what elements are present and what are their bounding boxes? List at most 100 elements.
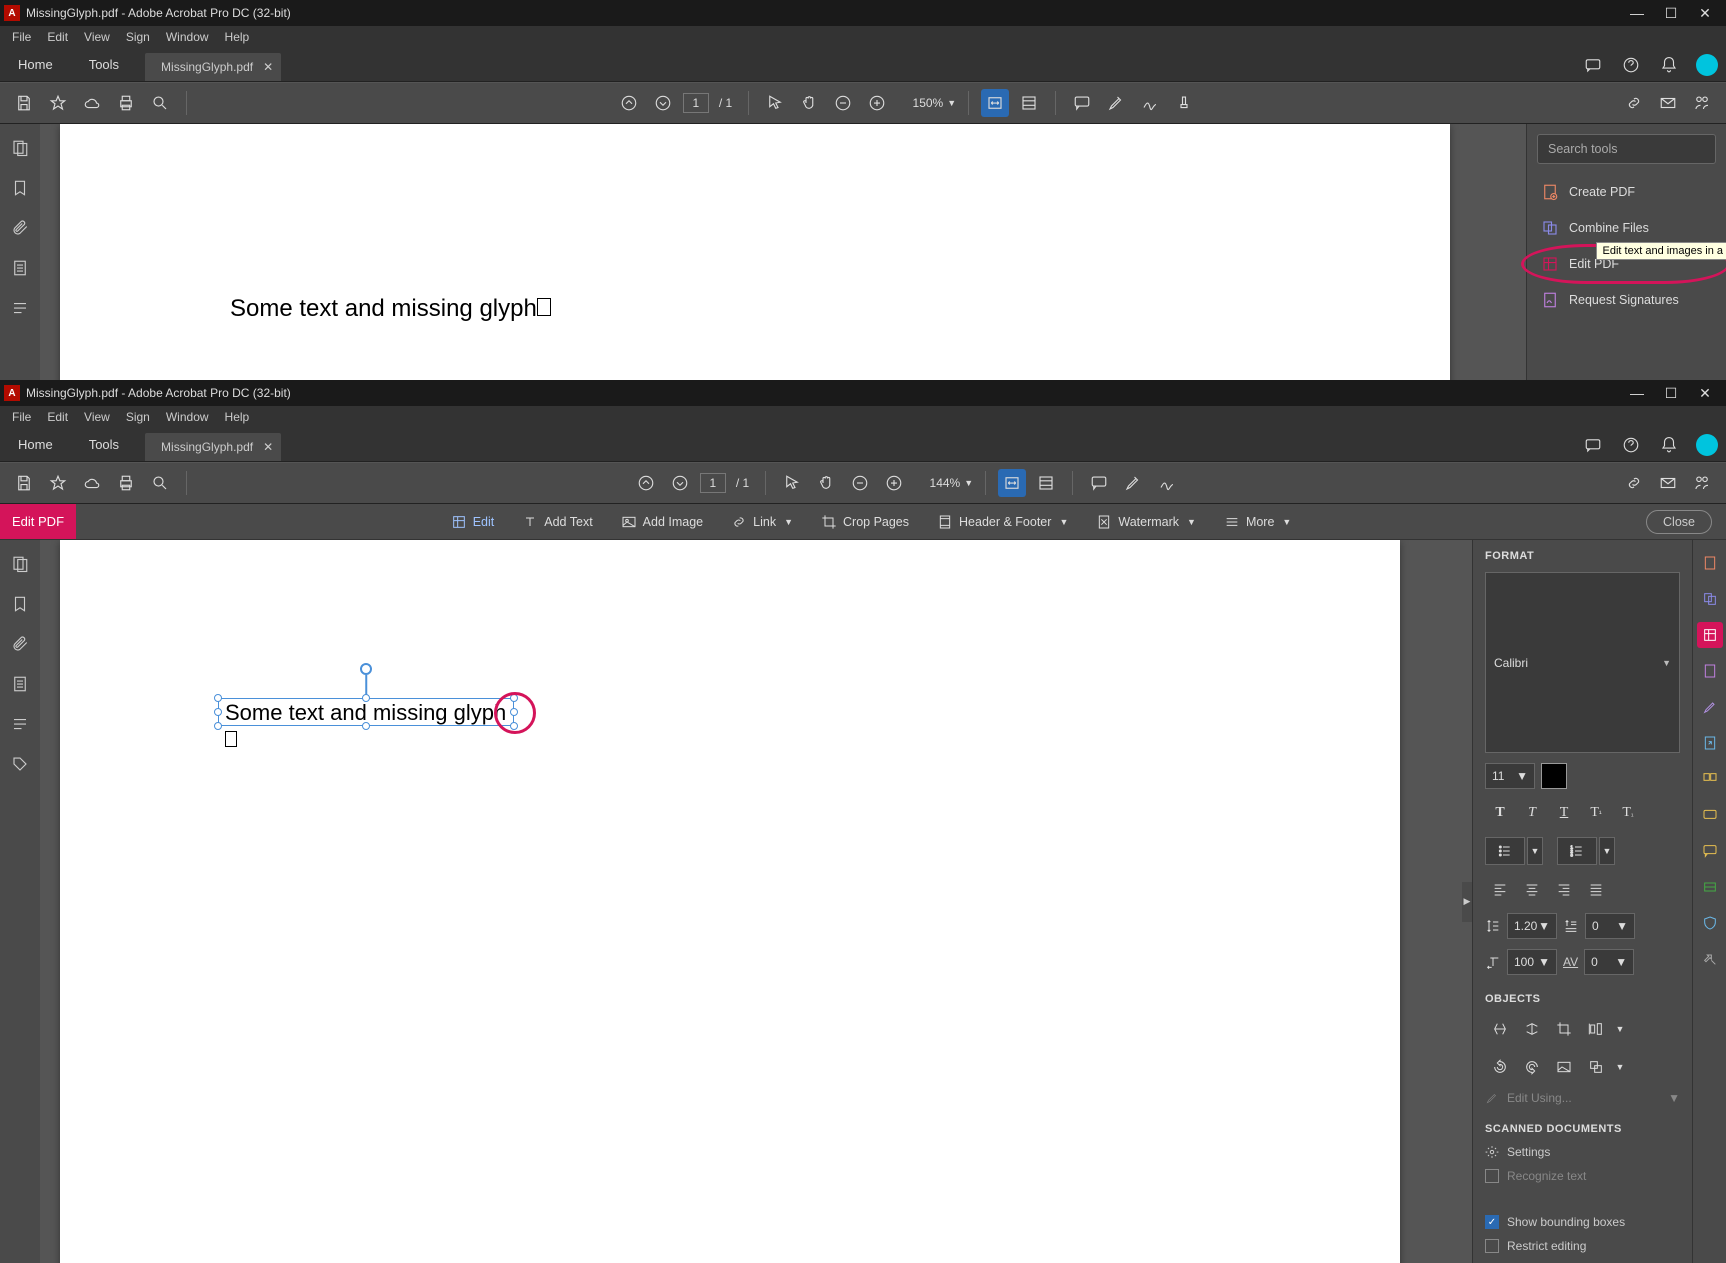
document-text[interactable]: Some text and missing glyph <box>225 699 513 753</box>
fit-page-button[interactable] <box>1032 469 1060 497</box>
tab-document[interactable]: MissingGlyph.pdf ✕ <box>145 53 281 81</box>
align-justify-button[interactable] <box>1581 875 1611 903</box>
tab-home[interactable]: Home <box>0 48 71 81</box>
rotation-handle[interactable] <box>360 663 372 675</box>
font-color-swatch[interactable] <box>1541 763 1567 789</box>
edit-action-more[interactable]: More▼ <box>1212 514 1303 530</box>
horiz-scale-input[interactable]: 100▼ <box>1507 949 1557 975</box>
find-button[interactable] <box>146 89 174 117</box>
save-button[interactable] <box>10 89 38 117</box>
recognize-text-checkbox[interactable]: Recognize text <box>1485 1169 1680 1183</box>
link-icon[interactable] <box>1620 469 1648 497</box>
edit-action-header-footer[interactable]: Header & Footer▼ <box>925 514 1080 530</box>
font-select[interactable]: Calibri▼ <box>1485 572 1680 753</box>
para-before-input[interactable]: 0▼ <box>1585 913 1635 939</box>
page-number-input[interactable] <box>700 473 726 493</box>
layers-icon[interactable] <box>6 670 34 698</box>
tool-combine-files[interactable]: Combine Files <box>1527 210 1726 246</box>
align-objects-button[interactable] <box>1581 1015 1611 1043</box>
menu-file[interactable]: File <box>4 28 39 46</box>
highlight-icon[interactable] <box>1119 469 1147 497</box>
zoom-out-button[interactable] <box>829 89 857 117</box>
edit-action-link[interactable]: Link▼ <box>719 514 805 530</box>
maximize-button[interactable]: ☐ <box>1654 0 1688 26</box>
show-bounding-boxes-checkbox[interactable]: Show bounding boxes <box>1485 1215 1680 1229</box>
save-button[interactable] <box>10 469 38 497</box>
mini-combine-icon[interactable] <box>1697 586 1723 612</box>
star-button[interactable] <box>44 89 72 117</box>
document-area[interactable]: Some text and missing glyph <box>40 124 1526 380</box>
maximize-button[interactable]: ☐ <box>1654 380 1688 406</box>
menu-view[interactable]: View <box>76 28 118 46</box>
bullet-list-button[interactable] <box>1485 837 1525 865</box>
sign-icon[interactable] <box>1136 89 1164 117</box>
print-button[interactable] <box>112 89 140 117</box>
zoom-in-button[interactable] <box>880 469 908 497</box>
menu-edit[interactable]: Edit <box>39 28 76 46</box>
menu-sign[interactable]: Sign <box>118 28 158 46</box>
tool-request-signatures[interactable]: Request Signatures <box>1527 282 1726 318</box>
pointer-tool[interactable] <box>778 469 806 497</box>
bookmark-icon[interactable] <box>6 590 34 618</box>
cloud-button[interactable] <box>78 89 106 117</box>
print-button[interactable] <box>112 469 140 497</box>
search-tools-input[interactable]: Search tools <box>1537 134 1716 164</box>
font-size-input[interactable]: 11▼ <box>1485 763 1535 789</box>
page-up-button[interactable] <box>632 469 660 497</box>
menu-view[interactable]: View <box>76 408 118 426</box>
zoom-input[interactable] <box>914 476 960 490</box>
superscript-button[interactable]: T¹ <box>1581 799 1611 827</box>
star-button[interactable] <box>44 469 72 497</box>
minimize-button[interactable]: — <box>1620 380 1654 406</box>
italic-button[interactable]: T <box>1517 799 1547 827</box>
thumbnails-icon[interactable] <box>6 134 34 162</box>
mini-export-icon[interactable] <box>1697 730 1723 756</box>
align-right-button[interactable] <box>1549 875 1579 903</box>
chat-icon[interactable] <box>1582 54 1604 76</box>
link-icon[interactable] <box>1620 89 1648 117</box>
pointer-tool[interactable] <box>761 89 789 117</box>
close-button[interactable]: ✕ <box>1688 0 1722 26</box>
mini-send-comments-icon[interactable] <box>1697 802 1723 828</box>
help-icon[interactable] <box>1620 434 1642 456</box>
rotate-ccw-button[interactable] <box>1485 1053 1515 1081</box>
tags-icon[interactable] <box>6 750 34 778</box>
bullet-list-dropdown[interactable]: ▼ <box>1527 837 1543 865</box>
number-list-button[interactable]: 123 <box>1557 837 1597 865</box>
subscript-button[interactable]: T₁ <box>1613 799 1643 827</box>
layers-icon[interactable] <box>6 254 34 282</box>
fit-width-button[interactable] <box>998 469 1026 497</box>
signatures-icon[interactable] <box>6 710 34 738</box>
arrange-dropdown[interactable]: ▼ <box>1613 1053 1627 1081</box>
mini-comment-icon[interactable] <box>1697 838 1723 864</box>
text-selection-box[interactable]: Some text and missing glyph <box>218 698 514 726</box>
mini-create-pdf-icon[interactable] <box>1697 550 1723 576</box>
hand-tool[interactable] <box>795 89 823 117</box>
comment-icon[interactable] <box>1085 469 1113 497</box>
bell-icon[interactable] <box>1658 434 1680 456</box>
flip-horizontal-button[interactable] <box>1517 1015 1547 1043</box>
help-icon[interactable] <box>1620 54 1642 76</box>
tab-close-icon[interactable]: ✕ <box>263 60 273 74</box>
edit-action-add-image[interactable]: Add Image <box>609 514 715 530</box>
line-spacing-input[interactable]: 1.20▼ <box>1507 913 1557 939</box>
mail-icon[interactable] <box>1654 89 1682 117</box>
bell-icon[interactable] <box>1658 54 1680 76</box>
thumbnails-icon[interactable] <box>6 550 34 578</box>
collapse-right-icon[interactable]: ▶ <box>1462 882 1472 922</box>
avatar[interactable] <box>1696 434 1718 456</box>
edit-action-edit[interactable]: Edit <box>439 514 507 530</box>
bookmark-icon[interactable] <box>6 174 34 202</box>
number-list-dropdown[interactable]: ▼ <box>1599 837 1615 865</box>
avatar[interactable] <box>1696 54 1718 76</box>
align-left-button[interactable] <box>1485 875 1515 903</box>
menu-window[interactable]: Window <box>158 408 217 426</box>
highlight-icon[interactable] <box>1102 89 1130 117</box>
share-icon[interactable] <box>1688 89 1716 117</box>
edit-using-dropdown[interactable]: Edit Using... ▼ <box>1485 1091 1680 1105</box>
page-down-button[interactable] <box>666 469 694 497</box>
char-spacing-input[interactable]: 0▼ <box>1584 949 1634 975</box>
mini-fill-sign-icon[interactable] <box>1697 694 1723 720</box>
tab-tools[interactable]: Tools <box>71 428 137 461</box>
zoom-out-button[interactable] <box>846 469 874 497</box>
